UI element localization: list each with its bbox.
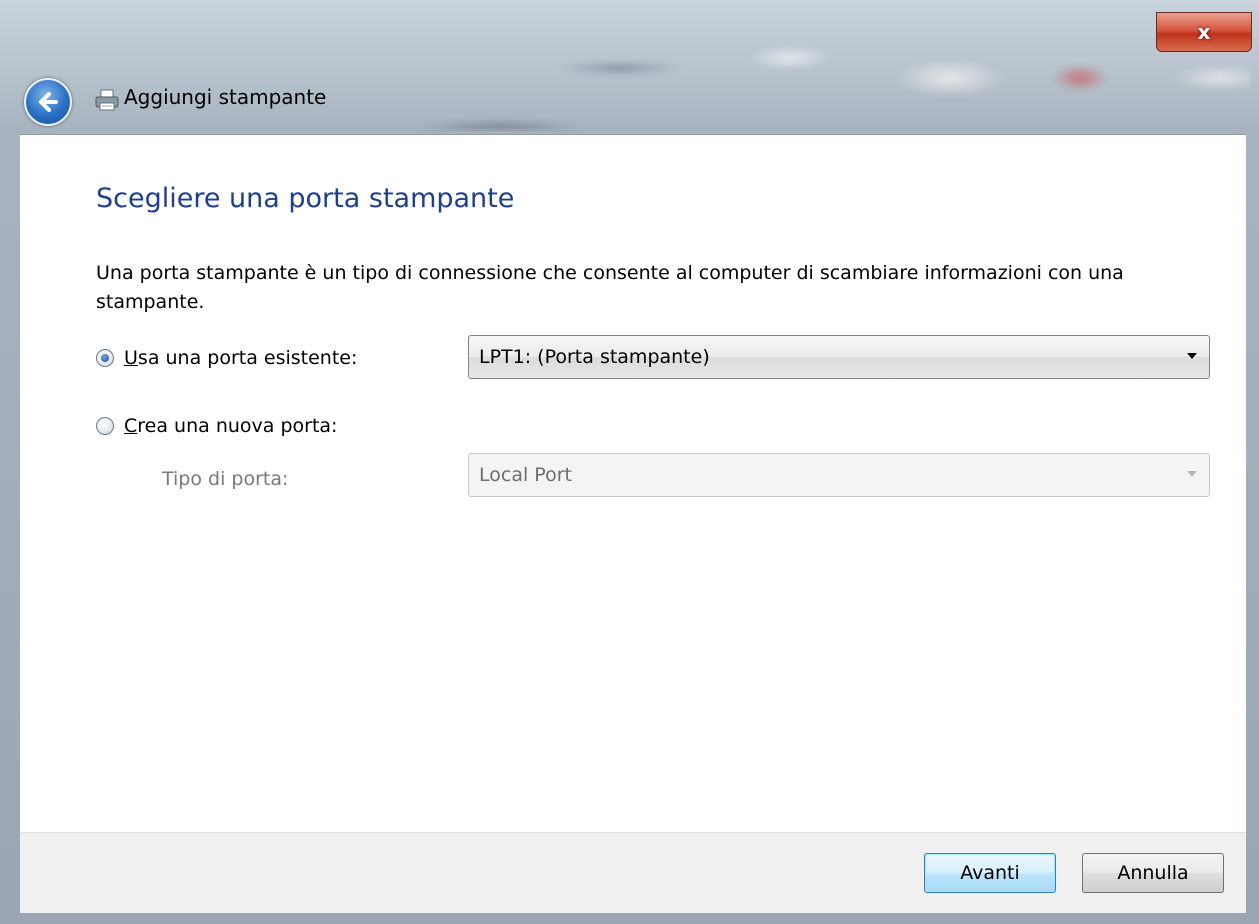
window-title: Aggiungi stampante bbox=[124, 85, 327, 109]
new-port-radio[interactable] bbox=[96, 417, 114, 435]
new-port-label[interactable]: Crea una nuova porta: bbox=[124, 415, 337, 437]
existing-port-select[interactable]: LPT1: (Porta stampante) bbox=[468, 335, 1210, 379]
dialog-window: x Aggiungi stampante Scegliere una porta… bbox=[0, 0, 1259, 924]
existing-port-option[interactable]: Usa una porta esistente: bbox=[96, 347, 357, 369]
chevron-down-icon bbox=[1187, 353, 1197, 359]
page-title: Scegliere una porta stampante bbox=[96, 183, 515, 214]
wizard-content: Scegliere una porta stampante Una porta … bbox=[20, 134, 1246, 833]
back-arrow-icon bbox=[39, 92, 58, 112]
existing-port-label[interactable]: Usa una porta esistente: bbox=[124, 347, 357, 369]
button-bar: Avanti Annulla bbox=[20, 832, 1246, 913]
glass-background bbox=[150, 18, 1250, 130]
chevron-down-icon bbox=[1187, 471, 1197, 477]
port-type-select: Local Port bbox=[468, 453, 1210, 497]
printer-icon bbox=[95, 89, 119, 111]
existing-port-radio[interactable] bbox=[96, 349, 114, 367]
new-port-option[interactable]: Crea una nuova porta: bbox=[96, 415, 337, 437]
existing-port-value: LPT1: (Porta stampante) bbox=[479, 346, 710, 368]
cancel-button[interactable]: Annulla bbox=[1082, 853, 1224, 893]
description-text: Una porta stampante è un tipo di conness… bbox=[96, 262, 1124, 313]
next-button[interactable]: Avanti bbox=[924, 853, 1056, 893]
port-type-value: Local Port bbox=[479, 464, 572, 486]
port-type-label: Tipo di porta: bbox=[162, 468, 289, 490]
close-button[interactable]: x bbox=[1156, 12, 1252, 52]
back-button[interactable] bbox=[24, 78, 72, 126]
close-icon: x bbox=[1197, 20, 1211, 44]
